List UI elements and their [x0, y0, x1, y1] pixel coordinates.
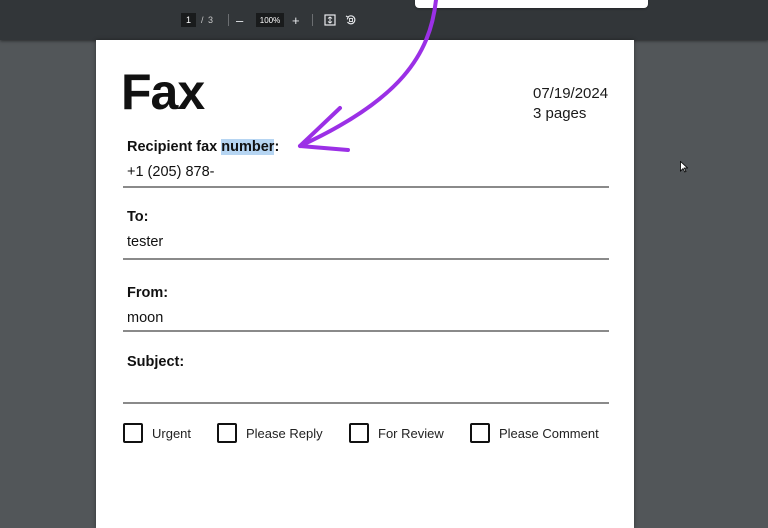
- pdf-toolbar: 1 / 3 – 100% +: [0, 0, 768, 40]
- from-label: From:: [127, 285, 169, 301]
- recipient-label-text: Recipient fax: [127, 139, 222, 155]
- checkbox-urgent[interactable]: Urgent: [123, 423, 191, 443]
- recipient-fax-field[interactable]: +1 (205) 878-: [127, 164, 214, 180]
- from-underline: [123, 330, 609, 332]
- zoom-level-input[interactable]: 100%: [256, 13, 284, 27]
- recipient-label-colon: :: [274, 139, 280, 155]
- checkbox-label: For Review: [378, 425, 444, 441]
- checkbox-label: Please Comment: [499, 425, 599, 441]
- zoom-out-button[interactable]: –: [236, 12, 243, 28]
- fax-date: 07/19/2024: [533, 85, 609, 102]
- to-label: To:: [127, 209, 149, 225]
- subject-label: Subject:: [127, 354, 185, 370]
- subject-underline: [123, 402, 609, 404]
- to-field[interactable]: tester: [127, 234, 163, 250]
- checkbox-please-comment[interactable]: Please Comment: [470, 423, 599, 443]
- checkbox-square[interactable]: [470, 423, 490, 443]
- highlighted-word: number: [221, 139, 275, 155]
- total-pages: 3: [208, 15, 214, 25]
- checkbox-square[interactable]: [123, 423, 143, 443]
- popup-panel: [415, 0, 648, 8]
- fax-meta: 07/19/2024 3 pages: [533, 84, 608, 124]
- mouse-cursor-icon: [680, 161, 688, 173]
- page-separator: /: [201, 15, 204, 25]
- rotate-icon[interactable]: [345, 14, 357, 26]
- fax-page-count: 3 pages: [533, 105, 587, 122]
- checkbox-for-review[interactable]: For Review: [349, 423, 444, 443]
- checkbox-square[interactable]: [217, 423, 237, 443]
- checkbox-please-reply[interactable]: Please Reply: [217, 423, 323, 443]
- toolbar-divider: [228, 14, 229, 26]
- fit-page-icon[interactable]: [324, 14, 336, 26]
- recipient-fax-label: Recipient fax number:: [127, 139, 279, 155]
- page-number-input[interactable]: 1: [181, 13, 196, 27]
- pdf-page: Fax 07/19/2024 3 pages Recipient fax num…: [96, 40, 634, 528]
- checkbox-label: Urgent: [152, 425, 192, 441]
- fax-title: Fax: [121, 64, 205, 120]
- zoom-in-button[interactable]: +: [292, 12, 300, 28]
- from-field[interactable]: moon: [127, 310, 163, 326]
- checkbox-label: Please Reply: [246, 425, 323, 441]
- checkbox-row: Urgent Please Reply For Review Please Co…: [123, 423, 613, 447]
- toolbar-divider: [312, 14, 313, 26]
- checkbox-square[interactable]: [349, 423, 369, 443]
- recipient-underline: [123, 186, 609, 188]
- to-underline: [123, 258, 609, 260]
